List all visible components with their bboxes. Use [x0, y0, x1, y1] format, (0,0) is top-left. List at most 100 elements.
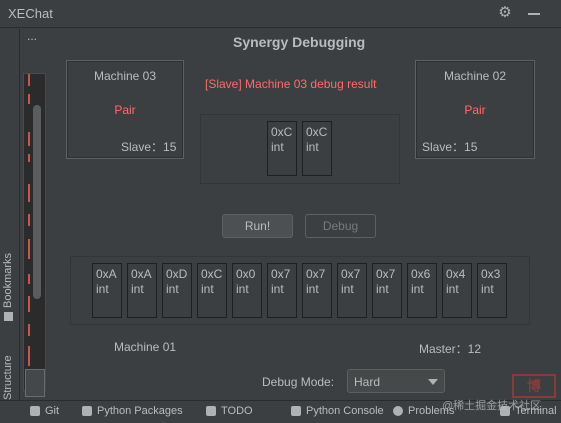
register-type: int: [481, 282, 494, 296]
structure-scrollbar[interactable]: [33, 105, 41, 299]
git-branch-icon: [30, 406, 40, 416]
register-value: 0x4: [446, 267, 466, 281]
register-type: int: [446, 282, 459, 296]
machine-03-role: Slave：15: [121, 140, 177, 154]
register-value: 0x0: [236, 267, 256, 281]
register-type: int: [341, 282, 354, 296]
git-tab[interactable]: Git: [30, 405, 59, 417]
register-cell: 0x7 int: [372, 263, 402, 318]
python-console-tab-label: Python Console: [306, 405, 384, 417]
error-marker: [28, 239, 30, 259]
register-cell: 0xC int: [302, 121, 332, 176]
error-marker: [28, 184, 30, 202]
minimize-icon[interactable]: [528, 13, 540, 15]
python-console-tab[interactable]: Python Console: [291, 405, 384, 417]
machine-03-status: Pair: [114, 103, 136, 117]
register-cell: 0xA int: [127, 263, 157, 318]
python-icon: [291, 406, 301, 416]
run-button[interactable]: Run!: [222, 214, 293, 238]
watermark-badge: 博: [512, 374, 556, 398]
register-type: int: [131, 282, 144, 296]
register-cell: 0x3 int: [477, 263, 507, 318]
error-marker: [28, 274, 30, 284]
problems-icon: [393, 406, 403, 416]
register-cell: 0x6 int: [407, 263, 437, 318]
register-value: 0xC: [201, 267, 223, 281]
register-value: 0x6: [411, 267, 431, 281]
todo-tab[interactable]: TODO: [206, 405, 253, 417]
error-marker: [28, 346, 30, 366]
register-value: 0x3: [481, 267, 501, 281]
left-tool-stripe: Bookmarks Structure: [0, 29, 20, 413]
packages-icon: [82, 406, 92, 416]
master-count-label: Master：12: [419, 342, 482, 356]
list-icon: [206, 406, 216, 416]
watermark-text: @稀土掘金技术社区: [442, 400, 542, 412]
register-type: int: [411, 282, 424, 296]
debug-button[interactable]: Debug: [305, 214, 376, 238]
register-value: 0xC: [306, 125, 328, 139]
git-tab-label: Git: [45, 405, 60, 417]
register-type: int: [96, 282, 109, 296]
error-marker: [28, 214, 30, 226]
register-cell: 0x7 int: [337, 263, 367, 318]
bookmark-icon: [3, 312, 13, 321]
panel-heading: Synergy Debugging: [233, 34, 366, 50]
window-title: XEChat: [8, 6, 53, 21]
debug-result-text: [Slave] Machine 03 debug result: [205, 77, 377, 91]
register-type: int: [376, 282, 389, 296]
todo-tab-label: TODO: [221, 405, 253, 417]
register-cell: 0xD int: [162, 263, 192, 318]
register-value: 0xD: [166, 267, 188, 281]
error-marker: [28, 324, 30, 336]
register-type: int: [306, 140, 319, 154]
python-packages-tab[interactable]: Python Packages: [82, 405, 183, 417]
master-register-area: 0xA int 0xA int 0xD int 0xC int 0x0 int …: [70, 256, 530, 325]
error-marker: [28, 74, 30, 86]
structure-tab-label: Structure: [2, 355, 14, 400]
error-marker: [28, 296, 30, 312]
error-marker: [28, 132, 30, 146]
register-type: int: [166, 282, 179, 296]
synergy-debugging-panel: Synergy Debugging Machine 03 Pair Slave：…: [50, 29, 561, 400]
machine-02-card: Machine 02 Pair Slave：15: [415, 60, 535, 159]
register-type: int: [236, 282, 249, 296]
tool-window-titlebar: XEChat ⚙: [0, 0, 561, 28]
register-value: 0x7: [306, 267, 326, 281]
chevron-down-icon: [428, 379, 438, 385]
register-type: int: [306, 282, 319, 296]
register-cell: 0x7 int: [267, 263, 297, 318]
debug-mode-label: Debug Mode:: [262, 375, 335, 389]
register-type: int: [271, 282, 284, 296]
machine-02-status: Pair: [464, 103, 486, 117]
register-value: 0x7: [341, 267, 361, 281]
bookmarks-tab-label: Bookmarks: [2, 252, 14, 308]
register-value: 0x7: [376, 267, 396, 281]
register-cell: 0xC int: [267, 121, 297, 176]
python-packages-tab-label: Python Packages: [97, 405, 183, 417]
register-type: int: [271, 140, 284, 154]
debug-mode-select[interactable]: Hard: [347, 369, 445, 393]
register-value: 0xA: [131, 267, 152, 281]
structure-preview-box: [25, 369, 45, 397]
error-marker: [28, 154, 30, 162]
machine-02-name: Machine 02: [443, 69, 507, 83]
register-cell: 0x0 int: [232, 263, 262, 318]
register-cell: 0x7 int: [302, 263, 332, 318]
machine-03-card: Machine 03 Pair Slave：15: [66, 60, 184, 159]
slave-register-area: 0xC int 0xC int: [200, 114, 400, 184]
gear-icon[interactable]: ⚙: [497, 5, 513, 21]
register-type: int: [201, 282, 214, 296]
machine-03-name: Machine 03: [93, 69, 157, 83]
machine-01-label: Machine 01: [114, 340, 177, 354]
register-cell: 0xC int: [197, 263, 227, 318]
bookmarks-tab[interactable]: Bookmarks: [2, 253, 14, 321]
register-value: 0xC: [271, 125, 293, 139]
register-value: 0xA: [96, 267, 117, 281]
structure-panel: ...: [21, 29, 49, 400]
machine-02-role: Slave：15: [422, 140, 478, 154]
register-cell: 0xA int: [92, 263, 122, 318]
error-marker: [28, 94, 30, 104]
register-cell: 0x4 int: [442, 263, 472, 318]
structure-menu-icon[interactable]: ...: [27, 29, 37, 43]
